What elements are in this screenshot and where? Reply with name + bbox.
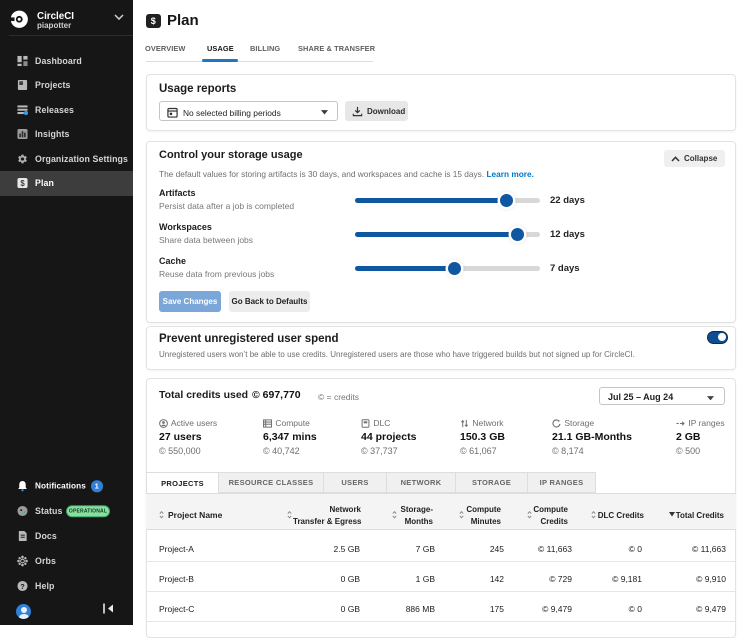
svg-text:$: $ bbox=[20, 179, 25, 188]
svg-text:?: ? bbox=[20, 582, 25, 591]
